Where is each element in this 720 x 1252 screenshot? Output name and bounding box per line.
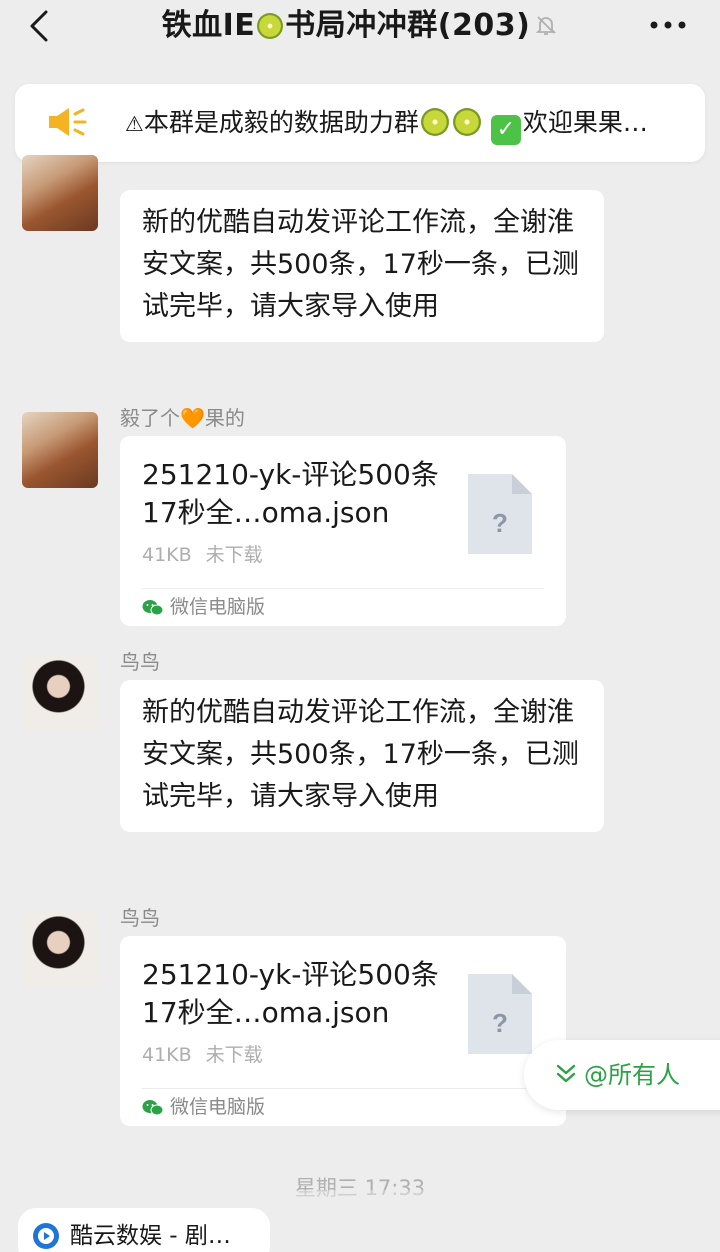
title-text-end: 书局冲冲群(203)	[285, 8, 531, 43]
unknown-file-icon: ?	[468, 474, 532, 554]
file-message-bubble[interactable]: 251210-yk-评论500条17秒全…oma.json 41KB 未下载 ? …	[120, 436, 566, 626]
sender-name: 鸟鸟	[120, 906, 160, 930]
sender-name-end: 果的	[204, 406, 245, 430]
file-message-bubble[interactable]: 251210-yk-评论500条17秒全…oma.json 41KB 未下载 ? …	[120, 936, 566, 1126]
file-name: 251210-yk-评论500条17秒全…oma.json	[142, 458, 439, 529]
file-meta: 41KB 未下载	[142, 1040, 263, 1067]
bottom-chip-label: 酷云数娱 - 剧…	[70, 1223, 231, 1249]
message-text: 新的优酷自动发评论工作流，全谢淮安文案，共500条，17秒一条，已测试完毕，请大…	[142, 697, 579, 812]
title-text-start: 铁血IE	[161, 8, 256, 43]
kiwi-emoji-icon	[420, 108, 449, 136]
orange-heart-icon: 🧡	[180, 406, 205, 430]
notice-text: ⚠本群是成毅的数据助力群 ✓ 欢迎果果…	[125, 104, 648, 145]
chat-title: 铁血IE 书局冲冲群(203)	[0, 6, 720, 46]
kiwi-emoji-icon	[257, 13, 284, 39]
svg-text:?: ?	[492, 508, 508, 538]
notice-main-text: 本群是成毅的数据助力群	[143, 108, 419, 137]
divider	[142, 588, 544, 589]
message-bubble[interactable]: 新的优酷自动发评论工作流，全谢淮安文案，共500条，17秒一条，已测试完毕，请大…	[120, 680, 604, 832]
kiwi-emoji-icon	[452, 108, 481, 136]
wechat-icon	[142, 1100, 164, 1116]
sender-name: 毅了个🧡果的	[120, 406, 245, 430]
file-name: 251210-yk-评论500条17秒全…oma.json	[142, 958, 439, 1029]
checkmark-icon: ✓	[490, 115, 521, 145]
bell-off-icon	[536, 16, 557, 35]
file-status: 未下载	[205, 544, 263, 566]
file-size: 41KB	[142, 1044, 192, 1066]
sender-name: 鸟鸟	[120, 650, 160, 674]
bottom-chip[interactable]: 酷云数娱 - 剧…	[18, 1208, 270, 1252]
avatar[interactable]	[22, 656, 98, 732]
wechat-icon	[142, 600, 164, 616]
svg-text:?: ?	[492, 1008, 508, 1038]
mention-all-label: @所有人	[584, 1061, 680, 1089]
file-size: 41KB	[142, 544, 192, 566]
speaker-icon	[49, 108, 87, 136]
double-chevron-down-icon	[556, 1064, 576, 1083]
mention-all-button[interactable]: @所有人	[524, 1040, 720, 1110]
more-dots-icon[interactable]	[646, 10, 690, 40]
sender-name-start: 毅了个	[120, 406, 180, 430]
file-status: 未下载	[205, 1044, 263, 1066]
unknown-file-icon: ?	[468, 974, 532, 1054]
file-source-text: 微信电脑版	[170, 596, 266, 618]
play-circle-icon	[33, 1223, 59, 1249]
divider	[142, 1088, 544, 1089]
warning-icon: ⚠	[125, 112, 144, 136]
file-source: 微信电脑版	[142, 594, 265, 620]
message-text: 新的优酷自动发评论工作流，全谢淮安文案，共500条，17秒一条，已测试完毕，请大…	[142, 207, 579, 322]
avatar[interactable]	[22, 912, 98, 988]
file-meta: 41KB 未下载	[142, 540, 263, 567]
nav-bar: 铁血IE 书局冲冲群(203)	[0, 0, 720, 52]
avatar[interactable]	[22, 412, 98, 488]
file-source: 微信电脑版	[142, 1094, 265, 1120]
group-notice-banner[interactable]: ⚠本群是成毅的数据助力群 ✓ 欢迎果果…	[15, 84, 705, 162]
file-source-text: 微信电脑版	[170, 1096, 266, 1118]
notice-welcome-text: 欢迎果果…	[522, 108, 648, 137]
message-bubble[interactable]: 新的优酷自动发评论工作流，全谢淮安文案，共500条，17秒一条，已测试完毕，请大…	[120, 190, 604, 342]
avatar[interactable]	[22, 155, 98, 231]
